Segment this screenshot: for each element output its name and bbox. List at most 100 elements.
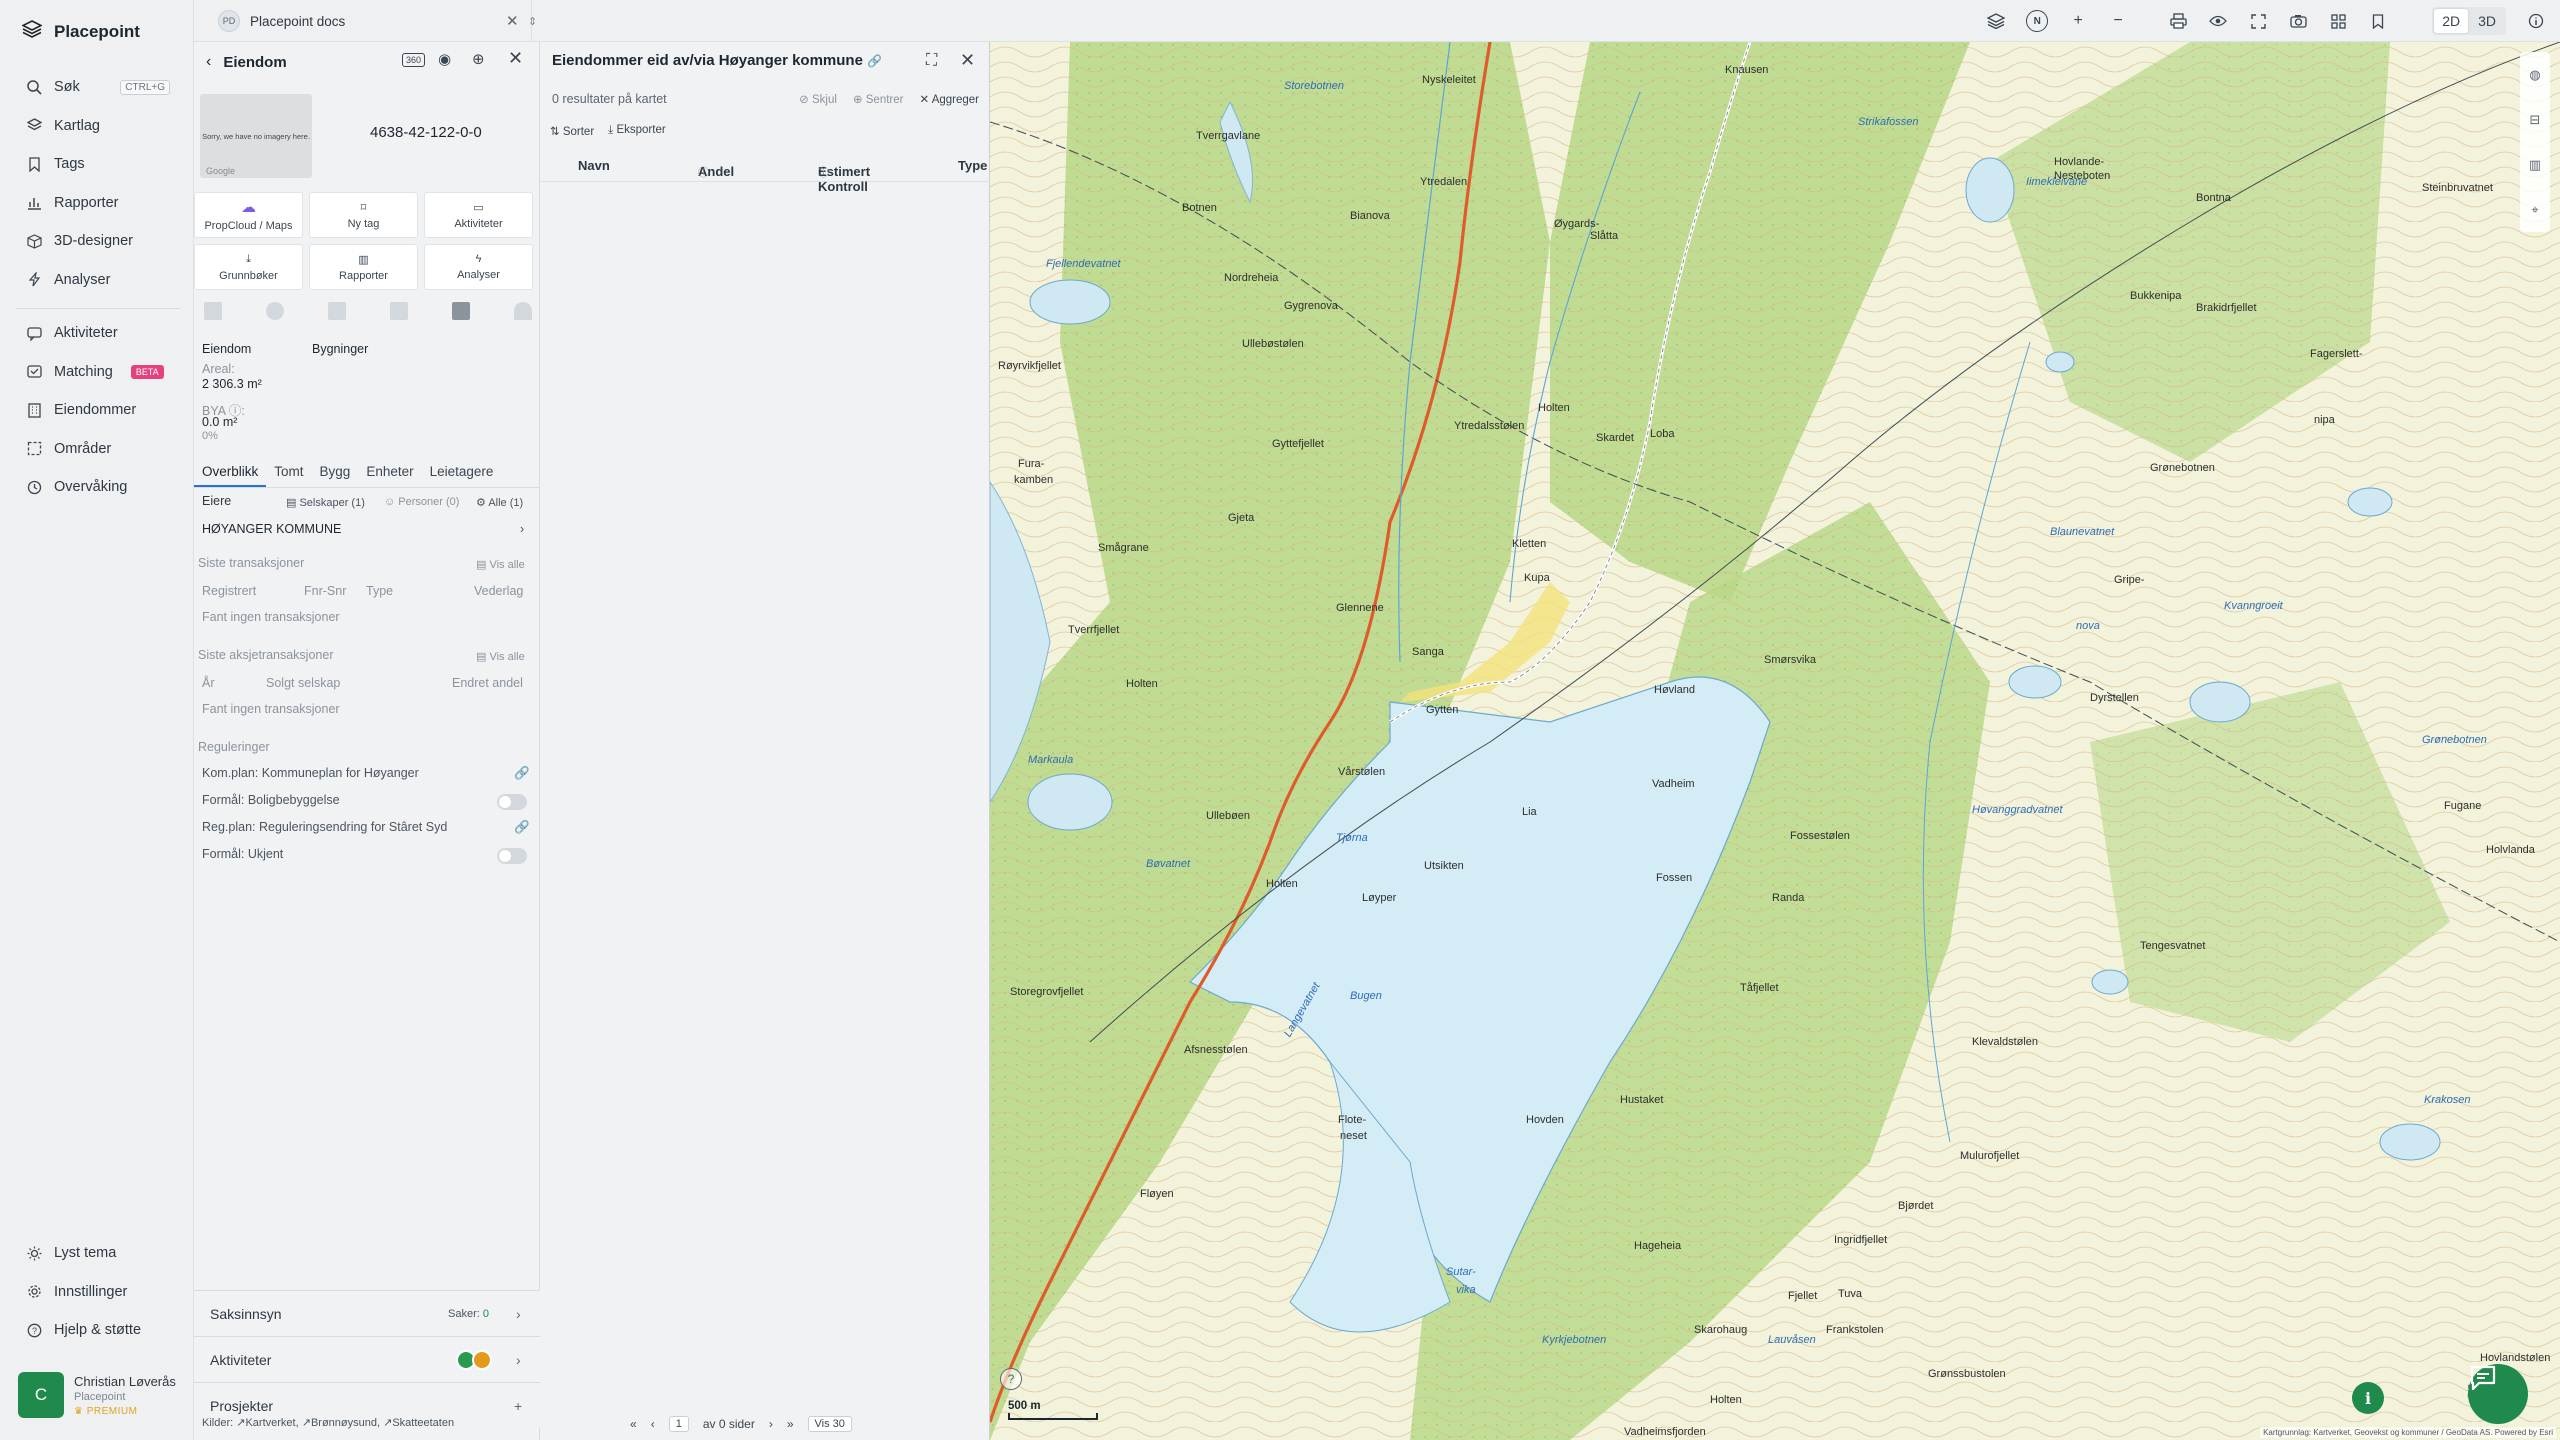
brand[interactable]: Placepoint xyxy=(21,20,140,43)
tab-placepoint-docs[interactable]: PD Placepoint docs ✕ ⇕ xyxy=(206,0,537,42)
close-icon[interactable]: ✕ xyxy=(506,12,519,30)
filter-companies[interactable]: ▤ Selskaper (1) xyxy=(286,496,365,509)
close-icon[interactable]: ✕ xyxy=(960,50,975,71)
link-icon[interactable]: 🔗 xyxy=(514,820,530,835)
nav-monitoring[interactable]: Overvåking xyxy=(0,468,194,507)
source-6-icon[interactable] xyxy=(514,302,532,320)
mode-2d-button[interactable]: 2D xyxy=(2434,9,2469,33)
new-tag-button[interactable]: ⌑ Ny tag xyxy=(309,192,418,238)
compass-north-icon[interactable]: N xyxy=(2026,10,2049,32)
tab-units[interactable]: Enheter xyxy=(358,458,421,487)
ruler-icon[interactable]: ⊟ xyxy=(2530,112,2541,128)
page-input[interactable]: 1 xyxy=(668,1416,689,1432)
propcloud-maps-button[interactable]: ☁ PropCloud / Maps xyxy=(194,192,303,238)
prev-page-icon[interactable]: ‹ xyxy=(651,1417,655,1431)
zoom-in-button[interactable]: + xyxy=(2068,11,2088,31)
source-tek-icon[interactable] xyxy=(452,302,470,320)
eye-icon[interactable] xyxy=(2208,11,2228,31)
source-skatt[interactable]: ↗Skatteetaten xyxy=(383,1417,454,1429)
reg-municipal-plan[interactable]: Kom.plan: Kommuneplan for Høyanger xyxy=(202,766,419,780)
nav-settings[interactable]: Innstillinger xyxy=(0,1273,194,1312)
bookmark-outline-icon[interactable] xyxy=(2368,11,2388,31)
last-page-icon[interactable]: » xyxy=(787,1417,794,1431)
mode-3d-button[interactable]: 3D xyxy=(2470,9,2504,33)
center-button[interactable]: ⊕ Sentrer xyxy=(853,92,904,106)
tab-building[interactable]: Bygg xyxy=(312,458,359,487)
sort-button[interactable]: ⇅ Sorter xyxy=(550,124,594,138)
fullscreen-icon[interactable] xyxy=(2248,11,2268,31)
hide-button[interactable]: ⊘ Skjul xyxy=(799,92,837,106)
tab-overview[interactable]: Overblikk xyxy=(194,458,267,487)
streetview-thumbnail[interactable]: Sorry, we have no imagery here. Google xyxy=(200,94,312,178)
source-2-icon[interactable] xyxy=(266,302,284,320)
profile-icon[interactable]: ⌖ xyxy=(2531,202,2538,218)
nav-3d-designer[interactable]: 3D-designer xyxy=(0,222,194,261)
expand-icon[interactable]: ⛶ xyxy=(926,52,937,70)
col-type[interactable]: Type xyxy=(958,158,987,173)
link-icon[interactable]: 🔗 xyxy=(867,54,882,68)
chevron-right-icon[interactable]: › xyxy=(520,522,524,536)
nav-analyses[interactable]: Analyser xyxy=(0,261,194,300)
eye-outline-icon[interactable]: ◉ xyxy=(438,50,451,68)
export-button[interactable]: ⤓ Eksporter xyxy=(608,124,666,138)
grid-icon[interactable] xyxy=(2328,11,2348,31)
nav-tags[interactable]: Tags xyxy=(0,145,194,184)
nav-matching[interactable]: Matching BETA xyxy=(0,353,194,392)
tab-tenants[interactable]: Leietagere xyxy=(422,458,502,487)
analyses-button[interactable]: ϟ Analyser xyxy=(424,244,533,290)
activities-button[interactable]: ▭ Aktiviteter xyxy=(424,192,533,238)
source-kartverket[interactable]: ↗Kartverket, xyxy=(236,1417,298,1429)
user-profile[interactable]: C Christian Løverås Placepoint ♛ PREMIUM xyxy=(18,1372,176,1418)
accordion-activities[interactable]: Aktiviteter › xyxy=(194,1336,540,1382)
chat-support-button[interactable] xyxy=(2468,1364,2528,1424)
next-page-icon[interactable]: › xyxy=(769,1417,773,1431)
show-all-transactions[interactable]: ▤ Vis alle xyxy=(476,558,525,571)
nav-light-theme[interactable]: Lyst tema xyxy=(0,1234,194,1273)
camera-icon[interactable] xyxy=(2288,11,2308,31)
link-icon[interactable]: 🔗 xyxy=(514,766,530,781)
chevron-updown-icon[interactable]: ⇕ xyxy=(528,15,537,28)
accordion-case-access[interactable]: Saksinnsyn Saker: 0 › xyxy=(194,1290,540,1336)
tab-plot[interactable]: Tomt xyxy=(266,458,311,487)
nav-activities[interactable]: Aktiviteter xyxy=(0,314,194,353)
view-360-icon[interactable]: 360 xyxy=(402,53,426,67)
col-name[interactable]: Navn xyxy=(578,158,610,173)
map-view[interactable]: ◍ ⊟ ▥ ⌖ Knausen Nyskeleitet Tverrgavlane… xyxy=(990,42,2560,1440)
back-arrow-icon[interactable]: ‹ xyxy=(206,53,211,71)
chart-icon[interactable]: ▥ xyxy=(2529,157,2541,173)
info-circle-icon[interactable] xyxy=(2526,11,2546,31)
show-all-share-tx[interactable]: ▤ Vis alle xyxy=(476,650,525,663)
nav-help[interactable]: ? Hjelp & støtte xyxy=(0,1311,194,1350)
per-page-select[interactable]: Vis 30 xyxy=(807,1416,852,1432)
source-brreg[interactable]: ↗Brønnøysund, xyxy=(302,1417,380,1429)
layers-stack-icon[interactable] xyxy=(1986,11,2006,31)
toggle-purpose-unknown[interactable] xyxy=(497,848,527,864)
nav-search[interactable]: Søk CTRL+G xyxy=(0,68,194,107)
owner-name[interactable]: HØYANGER KOMMUNE xyxy=(202,522,341,536)
topographic-map[interactable] xyxy=(990,42,2560,1440)
zoom-out-button[interactable]: − xyxy=(2108,11,2128,31)
subhead-property[interactable]: Eiendom xyxy=(202,342,251,356)
nav-layers[interactable]: Kartlag xyxy=(0,107,194,146)
nav-areas[interactable]: Områder xyxy=(0,430,194,469)
reg-zoning-plan[interactable]: Reg.plan: Reguleringsendring for Stâret … xyxy=(202,820,447,834)
nav-properties[interactable]: Eiendommer xyxy=(0,391,194,430)
map-info-button[interactable]: i xyxy=(2352,1382,2384,1414)
filter-all[interactable]: ⚙ Alle (1) xyxy=(476,496,523,509)
source-3-icon[interactable] xyxy=(328,302,346,320)
add-circle-icon[interactable]: ⊕ xyxy=(472,50,485,68)
land-registry-button[interactable]: ⤓ Grunnbøker xyxy=(194,244,303,290)
nav-reports[interactable]: Rapporter xyxy=(0,184,194,223)
first-page-icon[interactable]: « xyxy=(630,1417,637,1431)
globe-icon[interactable]: ◍ xyxy=(2529,67,2540,83)
source-1-icon[interactable] xyxy=(204,302,222,320)
toggle-purpose-housing[interactable] xyxy=(497,794,527,810)
subhead-buildings[interactable]: Bygninger xyxy=(312,342,368,356)
filter-persons[interactable]: ☺ Personer (0) xyxy=(384,496,459,508)
source-4-icon[interactable] xyxy=(390,302,408,320)
print-icon[interactable] xyxy=(2168,11,2188,31)
reports-button[interactable]: ▥ Rapporter xyxy=(309,244,418,290)
map-help-icon[interactable]: ? xyxy=(1000,1368,1022,1390)
close-icon[interactable]: ✕ xyxy=(508,48,523,69)
aggregate-button[interactable]: ✕ Aggreger xyxy=(919,92,979,106)
